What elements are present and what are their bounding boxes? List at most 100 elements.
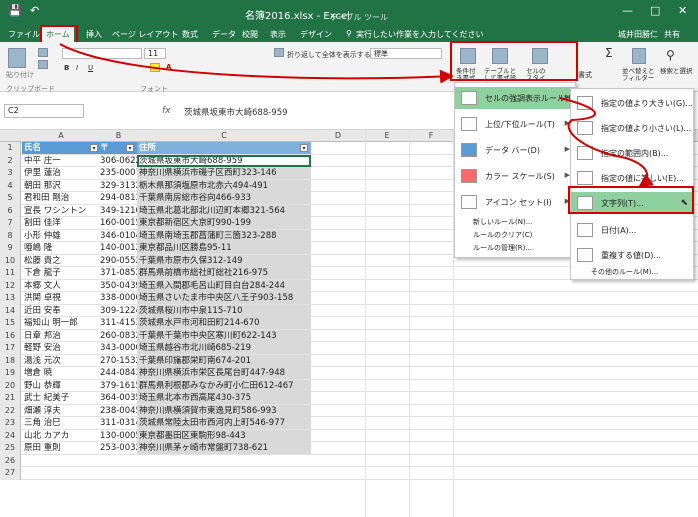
row-number[interactable]: 16 (0, 329, 21, 342)
share-button[interactable]: 共有 (664, 29, 680, 40)
sort-icon[interactable] (632, 48, 646, 64)
row-number[interactable]: 25 (0, 442, 21, 455)
cell-zip[interactable]: 140-0012 (100, 242, 137, 254)
find-icon[interactable]: ⚲ (666, 48, 675, 62)
tell-me-box[interactable]: 実行したい作業を入力してください (356, 29, 484, 40)
tab-file[interactable]: ファイル (8, 29, 40, 40)
cell-address[interactable]: 神奈川県横浜市磯子区西町323-146 (137, 167, 311, 179)
font-color-icon[interactable]: A (166, 63, 171, 71)
cell-address[interactable]: 茨城県常陸太田市西河内上町546-977 (137, 417, 311, 429)
cell-zip[interactable]: 290-0552 (100, 255, 137, 267)
cell-name[interactable]: 山北 カアカ (22, 430, 100, 442)
name-box[interactable]: C2 (4, 104, 84, 118)
menu-item-manage-rules[interactable]: ルールの管理(R)... (455, 241, 575, 254)
cell-name[interactable]: 軽野 安治 (22, 342, 100, 354)
cell-zip[interactable]: 270-1532 (100, 355, 137, 367)
cell-name[interactable]: 近田 安奉 (22, 305, 100, 317)
cell-zip[interactable]: 346-0104 (100, 230, 137, 242)
row-number[interactable]: 4 (0, 179, 21, 192)
menu-item-top-bottom[interactable]: 上位/下位ルール(T) ▶ (455, 113, 575, 135)
cell-zip[interactable]: 343-0006 (100, 342, 137, 354)
row-number[interactable]: 13 (0, 292, 21, 305)
cell-zip[interactable]: 238-0045 (100, 405, 137, 417)
row-number[interactable]: 6 (0, 204, 21, 217)
row-number[interactable]: 27 (0, 467, 21, 480)
tab-view[interactable]: 表示 (270, 29, 286, 40)
cell-name[interactable]: 中平 庄一 (22, 155, 100, 167)
menu-item-date[interactable]: 日付(A)... (571, 219, 693, 241)
cell-name[interactable]: 宣長 ワシントン (22, 205, 100, 217)
cell-address[interactable]: 東京都品川区勝島95-11 (137, 242, 311, 254)
cell-address[interactable]: 埼玉県入間郡毛呂山町目白台284-244 (137, 279, 311, 292)
wrap-text-button[interactable]: 折り返して全体を表示する (287, 50, 371, 60)
filter-dropdown-icon[interactable]: ▾ (90, 144, 98, 152)
cell-zip[interactable]: 294-0813 (100, 192, 137, 204)
paste-icon[interactable] (8, 48, 26, 68)
cell-address[interactable]: 千葉県印旛郡栄町南674-201 (137, 354, 311, 367)
row-number[interactable]: 12 (0, 279, 21, 292)
italic-button[interactable]: I (76, 64, 78, 72)
cell-name[interactable]: 日章 邦治 (22, 330, 100, 342)
cell-address[interactable]: 神奈川県横須賀市東逸見町586-993 (137, 404, 311, 417)
save-icon[interactable]: 💾 (8, 4, 22, 17)
col-header-f[interactable]: F (409, 131, 453, 140)
menu-item-data-bars[interactable]: データ バー(D) ▶ (455, 139, 575, 161)
cell-name[interactable]: 野山 恭輝 (22, 380, 100, 392)
restore-button[interactable]: □ (650, 4, 660, 17)
cell-name[interactable]: 下倉 龍子 (22, 267, 100, 279)
cell-zip[interactable]: 306-0622 (100, 155, 137, 167)
cell-name[interactable]: 増倉 暁 (22, 367, 100, 379)
cell-address[interactable]: 群馬県前橋市総社町総社216-975 (137, 267, 311, 279)
cell-zip[interactable]: 253-0032 (100, 442, 137, 454)
row-number[interactable]: 1 (0, 142, 21, 155)
menu-item-clear-rules[interactable]: ルールのクリア(C) (455, 228, 575, 241)
sort-filter-button[interactable]: 並べ替えとフィルター (622, 68, 658, 82)
font-size-box[interactable]: 11 (144, 48, 166, 59)
tab-insert[interactable]: 挿入 (86, 29, 102, 40)
row-number[interactable]: 19 (0, 367, 21, 380)
cell-address[interactable]: 千葉県南房総市谷向466-933 (137, 192, 311, 204)
cell-address[interactable]: 埼玉県南埼玉郡菖蒲町三箇323-288 (137, 229, 311, 242)
autosum-icon[interactable]: Σ (605, 46, 613, 60)
cell-name[interactable]: 原田 重則 (22, 442, 100, 454)
menu-item-more-rules[interactable]: その他のルール(M)... (571, 265, 693, 279)
format-button[interactable]: 書式 (578, 70, 592, 80)
menu-item-between[interactable]: 指定の範囲内(B)... (571, 142, 693, 164)
row-number[interactable]: 5 (0, 192, 21, 205)
tab-design[interactable]: デザイン (300, 29, 332, 40)
row-number[interactable]: 9 (0, 242, 21, 255)
cell-name[interactable]: 割田 佳洋 (22, 217, 100, 229)
fx-icon[interactable]: fx (162, 106, 171, 116)
tab-data[interactable]: データ (212, 29, 236, 40)
close-button[interactable]: ✕ (678, 4, 687, 17)
cut-icon[interactable] (38, 48, 48, 57)
cell-address[interactable]: 神奈川県横浜市栄区長尾台町447-948 (137, 367, 311, 379)
row-number[interactable]: 2 (0, 154, 21, 167)
paste-label[interactable]: 貼り付け (6, 70, 34, 80)
cell-address[interactable]: 茨城県坂東市大崎688-959 (137, 154, 311, 167)
cell-zip[interactable]: 338-0006 (100, 292, 137, 304)
tab-formulas[interactable]: 数式 (182, 29, 198, 40)
fill-color-icon[interactable] (150, 63, 160, 72)
cell-zip[interactable]: 260-0832 (100, 330, 137, 342)
cell-zip[interactable]: 309-1224 (100, 305, 137, 317)
row-number[interactable]: 7 (0, 217, 21, 230)
tab-page-layout[interactable]: ページ レイアウト (112, 29, 178, 40)
bold-button[interactable]: B (64, 64, 69, 72)
underline-button[interactable]: U (88, 64, 93, 72)
tab-review[interactable]: 校閲 (242, 29, 258, 40)
header-name[interactable]: 氏名 ▾ (22, 142, 100, 154)
menu-item-highlight-cells[interactable]: セルの強調表示ルール(H) ▶ (455, 87, 577, 109)
filter-sort-icon[interactable]: ▾ (126, 144, 134, 152)
row-number[interactable]: 8 (0, 229, 21, 242)
cell-address[interactable]: 東京都墨田区東駒形98-443 (137, 429, 311, 442)
cell-address[interactable]: 群馬県利根郡みなかみ町小仁田612-467 (137, 379, 311, 392)
menu-item-new-rule[interactable]: 新しいルール(N)... (455, 215, 575, 228)
cell-address[interactable]: 千葉県市原市久保312-149 (137, 254, 311, 267)
cell-name[interactable]: 松藤 貴之 (22, 255, 100, 267)
cell-zip[interactable]: 235-0007 (100, 167, 137, 179)
row-number[interactable]: 26 (0, 454, 21, 467)
cell-address[interactable]: 東京都新宿区大京町990-199 (137, 217, 311, 229)
cell-address[interactable]: 茨城県桜川市中泉115-710 (137, 304, 311, 317)
cell-zip[interactable]: 379-1615 (100, 380, 137, 392)
